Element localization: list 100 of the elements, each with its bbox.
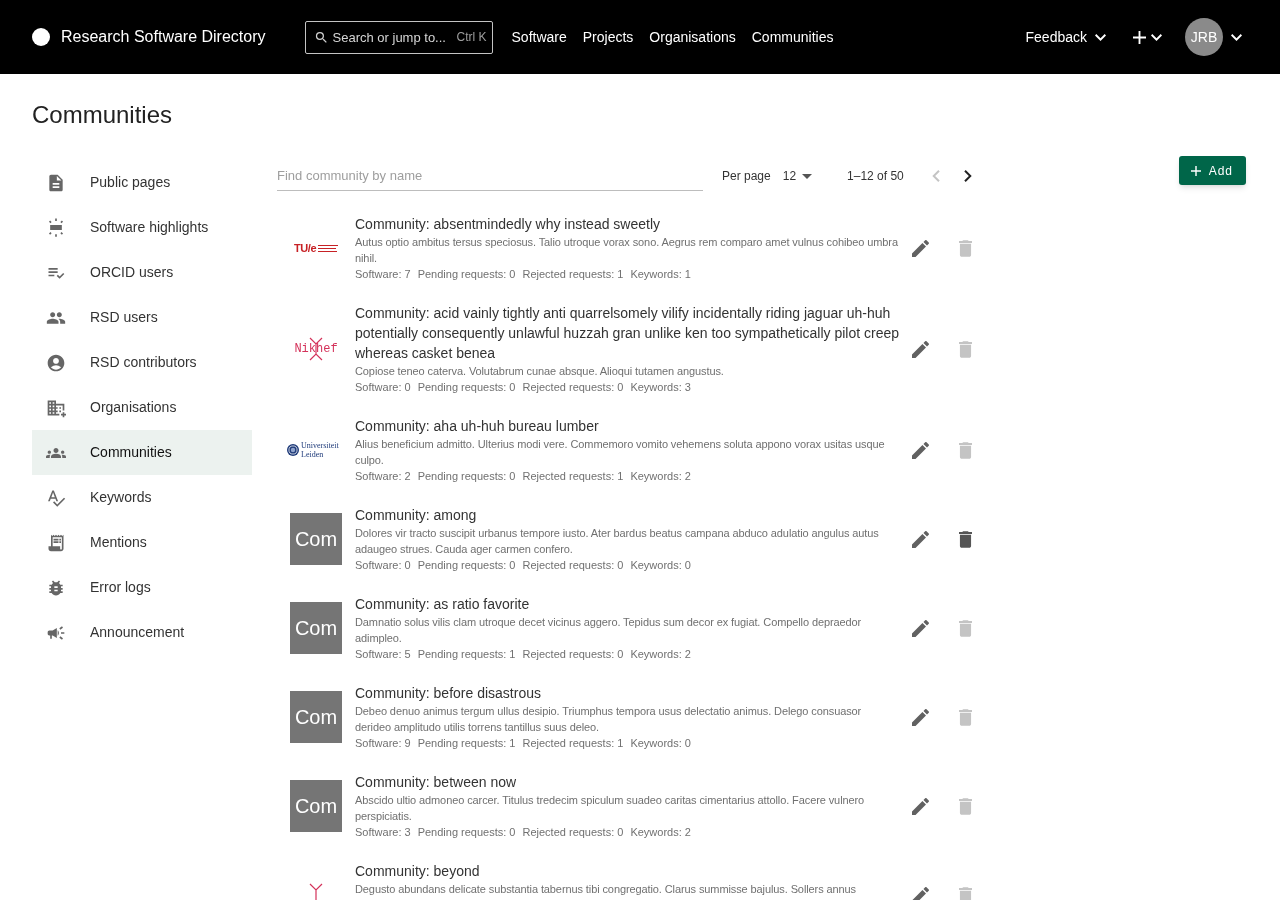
shortcut-hint: Ctrl K (456, 29, 487, 44)
pencil-icon (911, 239, 929, 257)
cross-mark-icon (308, 883, 324, 900)
community-stat: Rejected requests: 1 (522, 469, 624, 484)
pencil-icon (911, 708, 929, 726)
community-title[interactable]: Community: between now (355, 772, 900, 792)
community-description: Dolores vir tracto suscipit urbanus tempore iusto. Ater bardus beatus campana abduco adulatio angulus autus adaugeo strues. Cauda ager carmen confero. (355, 526, 880, 557)
sidebar-item[interactable]: Communities (32, 430, 252, 475)
receipt-icon (46, 532, 66, 553)
community-stat: Software: 0 (355, 558, 411, 573)
trash-icon (958, 886, 972, 900)
logo-text: TU/e (293, 242, 317, 254)
community-stat: Software: 0 (355, 380, 411, 395)
community-stat: Rejected requests: 1 (522, 267, 624, 282)
trash-icon (958, 340, 972, 358)
bar-with-rays-icon (46, 217, 66, 238)
nav-link[interactable]: Organisations (649, 26, 736, 48)
pencil-icon (911, 441, 929, 459)
community-title[interactable]: Community: as ratio favorite (355, 594, 900, 614)
chevron-down-icon (1151, 33, 1162, 41)
community-stat: Software: 7 (355, 267, 411, 282)
community-description: Damnatio solus vilis clam utroque decet vicinus aggero. Tepidus sum decor ex fugiat. Compello depraedor adimpleo. (355, 615, 863, 646)
trash-icon (958, 530, 972, 548)
community-avatar: Com (290, 780, 342, 832)
plus-icon (1133, 30, 1146, 44)
sidebar-item[interactable]: Public pages (32, 160, 252, 205)
sidebar-item[interactable]: Keywords (32, 475, 252, 520)
community-stat: Keywords: 2 (630, 469, 691, 484)
trash-icon (958, 441, 972, 459)
community-stat: Rejected requests: 0 (522, 647, 624, 662)
community-stat: Keywords: 0 (630, 736, 691, 751)
document-icon (46, 172, 66, 193)
trash-icon (958, 239, 972, 257)
chevron-left-icon (931, 170, 940, 182)
community-stat: Pending requests: 1 (417, 736, 516, 751)
community-stat: Rejected requests: 0 (522, 825, 624, 840)
community-title[interactable]: Community: beyond (355, 861, 900, 881)
search-field[interactable]: Find community by name (277, 161, 703, 191)
community-stat: Keywords: 3 (630, 380, 691, 395)
per-page-select[interactable]: 12 (782, 167, 813, 185)
site-title[interactable]: Research Software Directory (61, 25, 266, 49)
nav-link[interactable]: Communities (751, 26, 834, 48)
add-menu-button[interactable] (1133, 30, 1162, 44)
community-avatar: Com (290, 602, 342, 654)
sidebar-item[interactable]: Announcement (32, 610, 252, 655)
sidebar-item[interactable]: Software highlights (32, 205, 252, 250)
community-stat: Pending requests: 0 (417, 825, 516, 840)
community-stat: Keywords: 2 (630, 825, 691, 840)
sidebar-item[interactable]: ORCID users (32, 250, 252, 295)
sidebar-item[interactable]: Error logs (32, 565, 252, 610)
community-stat: Pending requests: 0 (417, 380, 516, 395)
logo-lines-icon (318, 244, 339, 252)
page-range: 1–12 of 50 (847, 168, 904, 185)
community-title[interactable]: Community: among (355, 505, 900, 525)
circle-logo-icon[interactable] (32, 28, 50, 46)
sidebar-item[interactable]: Organisations (32, 385, 252, 430)
pencil-icon (911, 886, 929, 900)
community-description: Abscido ultio admoneo carcer. Titulus tredecim spiculum suadeo caritas cimentarius attollo. Facere vulnero perspiciatis. (355, 793, 866, 824)
caret-down-icon (802, 173, 813, 179)
nav-link[interactable]: Software (511, 26, 567, 48)
community-stat: Pending requests: 0 (417, 558, 516, 573)
sidebar-item[interactable]: RSD contributors (32, 340, 252, 385)
seal-icon (287, 444, 299, 456)
community-stat: Pending requests: 0 (417, 267, 516, 282)
community-stat: Rejected requests: 0 (522, 558, 624, 573)
nav-link[interactable]: Projects (582, 26, 634, 48)
community-stat: Software: 9 (355, 736, 411, 751)
community-stat: Keywords: 0 (630, 558, 691, 573)
community-title[interactable]: Community: acid vainly tightly anti quarrelsomely vilify incidentally riding jaguar uh-huh potentially consequently unlawful huzzah gran unlike ken too sympathetically pilot creep whereas casket benea (355, 303, 900, 363)
trash-icon (958, 797, 972, 815)
community-stat: Software: 2 (355, 469, 411, 484)
community-description: Autus optio ambitus tersus speciosus. Talio utroque vorax sono. Aegrus rem comparo amet vulnus cohibeo umbra nihil. (355, 235, 899, 266)
community-stat: Rejected requests: 1 (522, 736, 624, 751)
plus-icon (1190, 165, 1201, 176)
community-stat: Pending requests: 1 (417, 647, 516, 662)
search-icon (313, 29, 329, 45)
sidebar-item[interactable]: Mentions (32, 520, 252, 565)
community-description: Debeo denuo animus tergum ullus desipio. Triumphus tempora usus delectatio animus. Delego consuasor derideo amplitudo utilis torrens tantillus suus deleo. (355, 704, 863, 735)
community-avatar: Com (290, 513, 342, 565)
pencil-icon (911, 530, 929, 548)
sidebar-item[interactable]: RSD users (32, 295, 252, 340)
feedback-button[interactable]: Feedback (1025, 26, 1106, 48)
community-stat: Keywords: 2 (630, 647, 691, 662)
logo-text: Universiteit Leiden (301, 441, 340, 459)
community-title[interactable]: Community: absentmindedly why instead sweetly (355, 214, 900, 234)
trash-icon (958, 619, 972, 637)
community-description: Alius beneficium admitto. Ulterius modi vere. Commemoro vomito vehemens soluta appono vorax usitas usque culpo. (355, 437, 886, 468)
chevron-down-icon[interactable] (1231, 33, 1242, 41)
chevron-right-icon (963, 170, 972, 182)
community-title[interactable]: Community: aha uh-huh bureau lumber (355, 416, 900, 436)
pencil-icon (911, 340, 929, 358)
trash-icon (958, 708, 972, 726)
add-button[interactable]: Add (1178, 156, 1246, 185)
community-stat: Pending requests: 0 (417, 469, 516, 484)
pencil-icon (911, 797, 929, 815)
community-description: Degusto abundans delicate substantia tabernus tibi congregatio. Clarus summisse bajulus. Sollers annus (355, 882, 857, 897)
community-description: Copiose teneo caterva. Volutabrum cunae absque. Alioqui tutamen angustus. (355, 364, 725, 379)
community-title[interactable]: Community: before disastrous (355, 683, 900, 703)
page-title: Communities (31, 100, 174, 130)
chevron-down-icon (1095, 33, 1106, 41)
